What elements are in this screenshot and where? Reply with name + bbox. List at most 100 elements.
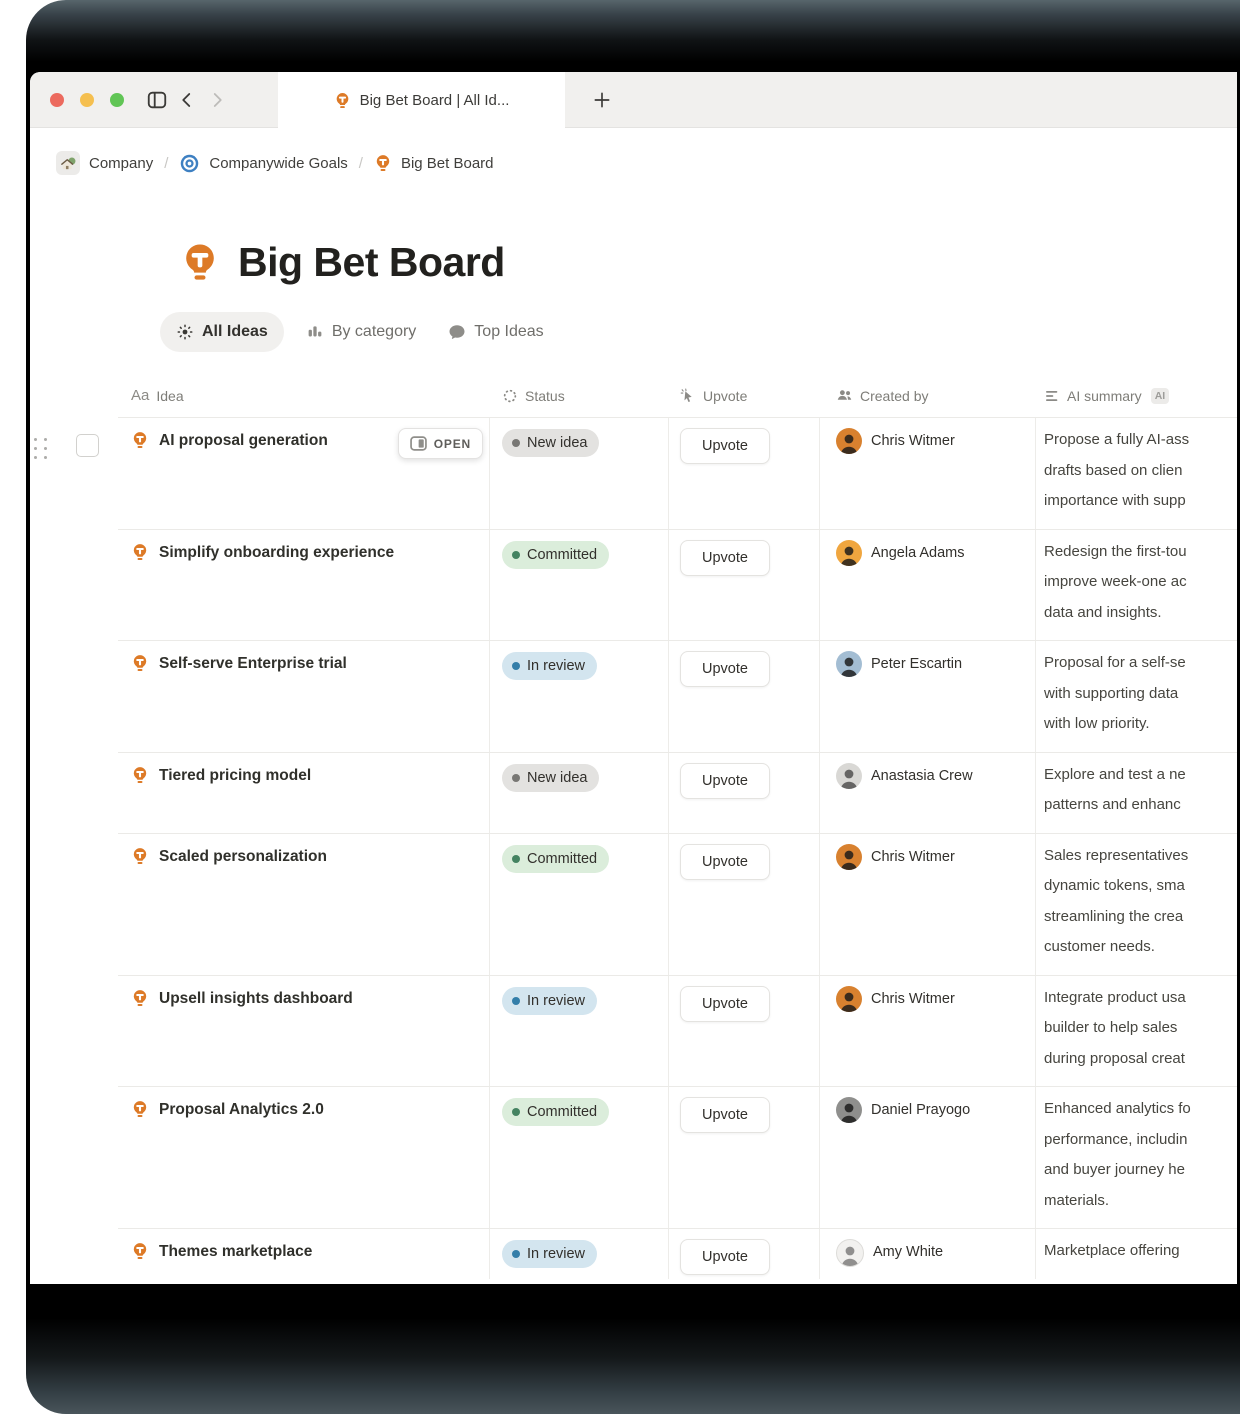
status-badge[interactable]: In review — [502, 987, 597, 1015]
column-header-created-by[interactable]: Created by — [820, 387, 1036, 404]
idea-title[interactable]: Proposal Analytics 2.0 — [159, 1100, 324, 1120]
breadcrumb-item-company[interactable]: Company — [50, 147, 159, 179]
text-lines-icon — [1044, 388, 1060, 404]
lightbulb-icon — [131, 766, 149, 784]
breadcrumb-item-companywide-goals[interactable]: Companywide Goals — [173, 149, 353, 178]
idea-cell: Simplify onboarding experience — [118, 530, 490, 641]
new-tab-button[interactable] — [587, 85, 617, 115]
status-badge[interactable]: New idea — [502, 764, 599, 792]
column-header-status[interactable]: Status — [490, 388, 669, 404]
status-badge[interactable]: In review — [502, 652, 597, 680]
status-badge[interactable]: Committed — [502, 845, 609, 873]
created-by-cell: Daniel Prayogo — [820, 1087, 1036, 1228]
column-header-idea[interactable]: Aa Idea — [118, 387, 490, 404]
column-header-upvote[interactable]: Upvote — [669, 388, 820, 404]
status-badge[interactable]: Committed — [502, 541, 609, 569]
status-badge[interactable]: Committed — [502, 1098, 609, 1126]
summary-line: Proposal for a self-se — [1044, 648, 1237, 679]
close-window-button[interactable] — [50, 93, 64, 107]
created-by-cell: Amy White — [820, 1229, 1036, 1279]
idea-title[interactable]: Scaled personalization — [159, 847, 327, 867]
person-name[interactable]: Chris Witmer — [871, 844, 955, 870]
idea-title[interactable]: Upsell insights dashboard — [159, 989, 353, 1009]
breadcrumb-item-big-bet-board[interactable]: Big Bet Board — [368, 150, 500, 176]
page-header: Big Bet Board — [180, 230, 1237, 294]
tab-by-category[interactable]: By category — [296, 312, 426, 352]
summary-line: and buyer journey he — [1044, 1155, 1237, 1186]
upvote-cell: Upvote — [669, 530, 820, 641]
ai-summary-cell[interactable]: Redesign the first-tou improve week-one … — [1036, 530, 1237, 641]
tab-bar: Big Bet Board | All Id... — [30, 72, 1237, 128]
view-label: By category — [332, 323, 416, 341]
table-row[interactable]: Tiered pricing model New idea Upvote Ana… — [118, 752, 1237, 833]
summary-line: Integrate product usa — [1044, 983, 1237, 1014]
idea-title[interactable]: Simplify onboarding experience — [159, 543, 394, 563]
idea-title[interactable]: Tiered pricing model — [159, 766, 311, 786]
person-name[interactable]: Amy White — [873, 1239, 943, 1265]
created-by-cell: Angela Adams — [820, 530, 1036, 641]
upvote-button[interactable]: Upvote — [680, 844, 770, 880]
upvote-cell: Upvote — [669, 418, 820, 529]
person-name[interactable]: Chris Witmer — [871, 428, 955, 454]
person-name[interactable]: Peter Escartin — [871, 651, 962, 677]
status-badge[interactable]: In review — [502, 1240, 597, 1268]
upvote-button[interactable]: Upvote — [680, 1097, 770, 1133]
idea-title[interactable]: AI proposal generation — [159, 431, 328, 451]
table-row[interactable]: Upsell insights dashboard In review Upvo… — [118, 975, 1237, 1087]
view-label: All Ideas — [202, 323, 268, 341]
idea-cell: Tiered pricing model — [118, 753, 490, 833]
summary-line: performance, includin — [1044, 1125, 1237, 1156]
lightbulb-icon — [334, 92, 351, 109]
idea-title[interactable]: Themes marketplace — [159, 1242, 312, 1262]
tab-top-ideas[interactable]: Top Ideas — [438, 312, 553, 352]
column-header-ai-summary[interactable]: AI summary AI — [1036, 388, 1237, 404]
sidebar-toggle-icon[interactable] — [142, 85, 172, 115]
ai-badge: AI — [1151, 388, 1170, 404]
speech-bubble-icon — [448, 323, 466, 341]
status-badge[interactable]: New idea — [502, 429, 599, 457]
idea-title[interactable]: Self-serve Enterprise trial — [159, 654, 347, 674]
person-name[interactable]: Chris Witmer — [871, 986, 955, 1012]
ai-summary-cell[interactable]: Proposal for a self-se with supporting d… — [1036, 641, 1237, 752]
breadcrumb: Company / Companywide Goals / Big Bet Bo… — [50, 142, 1237, 184]
table-row[interactable]: Proposal Analytics 2.0 Committed Upvote … — [118, 1086, 1237, 1228]
upvote-button[interactable]: Upvote — [680, 540, 770, 576]
ai-summary-cell[interactable]: Enhanced analytics fo performance, inclu… — [1036, 1087, 1237, 1228]
ai-summary-cell[interactable]: Integrate product usa builder to help sa… — [1036, 976, 1237, 1087]
upvote-button[interactable]: Upvote — [680, 986, 770, 1022]
row-checkbox[interactable] — [76, 434, 99, 457]
summary-line: with low priority. — [1044, 709, 1237, 740]
summary-line: dynamic tokens, sma — [1044, 871, 1237, 902]
summary-line: improve week-one ac — [1044, 567, 1237, 598]
tab-all-ideas[interactable]: All Ideas — [160, 312, 284, 352]
table-row[interactable]: Self-serve Enterprise trial In review Up… — [118, 640, 1237, 752]
minimize-window-button[interactable] — [80, 93, 94, 107]
table-row[interactable]: Scaled personalization Committed Upvote … — [118, 833, 1237, 975]
forward-icon[interactable] — [202, 85, 232, 115]
table-row[interactable]: Themes marketplace In review Upvote Amy … — [118, 1228, 1237, 1279]
person-name[interactable]: Daniel Prayogo — [871, 1097, 970, 1123]
drag-handle[interactable] — [34, 438, 50, 462]
back-icon[interactable] — [172, 85, 202, 115]
app-window: Big Bet Board | All Id... Company / — [30, 72, 1237, 1284]
upvote-button[interactable]: Upvote — [680, 428, 770, 464]
house-icon — [56, 151, 80, 175]
upvote-cell: Upvote — [669, 753, 820, 833]
upvote-button[interactable]: Upvote — [680, 651, 770, 687]
status-label: Committed — [527, 851, 597, 867]
table-row[interactable]: AI proposal generation OPEN New idea Upv… — [118, 417, 1237, 529]
lightbulb-icon — [131, 543, 149, 561]
person-name[interactable]: Angela Adams — [871, 540, 965, 566]
ai-summary-cell[interactable]: Sales representatives dynamic tokens, sm… — [1036, 834, 1237, 975]
active-tab[interactable]: Big Bet Board | All Id... — [278, 72, 565, 128]
person-name[interactable]: Anastasia Crew — [871, 763, 973, 789]
ai-summary-cell[interactable]: Marketplace offering — [1036, 1229, 1237, 1279]
summary-line: Enhanced analytics fo — [1044, 1094, 1237, 1125]
table-row[interactable]: Simplify onboarding experience Committed… — [118, 529, 1237, 641]
upvote-button[interactable]: Upvote — [680, 763, 770, 799]
open-button[interactable]: OPEN — [398, 428, 483, 459]
zoom-window-button[interactable] — [110, 93, 124, 107]
upvote-button[interactable]: Upvote — [680, 1239, 770, 1275]
ai-summary-cell[interactable]: Propose a fully AI-ass drafts based on c… — [1036, 418, 1237, 529]
ai-summary-cell[interactable]: Explore and test a ne patterns and enhan… — [1036, 753, 1237, 833]
